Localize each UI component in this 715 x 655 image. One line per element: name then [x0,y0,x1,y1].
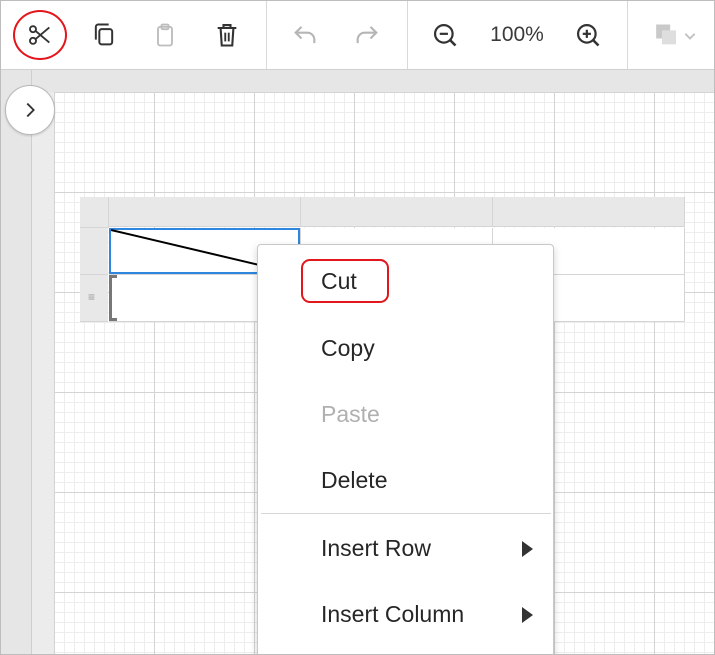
undo-button[interactable] [281,11,329,59]
context-menu: Cut Copy Paste Delete Insert Row Insert … [257,244,554,654]
menu-item-delete[interactable]: Delete [258,454,553,506]
toolbar: 100% [1,1,714,70]
menu-separator [261,513,551,514]
row-group-bracket [109,275,117,321]
paste-button[interactable] [141,11,189,59]
toolbar-separator [627,1,628,69]
zoom-level-label[interactable]: 100% [477,23,557,47]
menu-item-insert-column[interactable]: Insert Column [258,588,553,640]
left-panel-strip [1,70,32,654]
column-header[interactable] [109,197,301,227]
copy-icon [94,23,114,46]
vertical-ruler [32,92,54,654]
trash-icon [217,24,237,47]
undo-icon [294,26,316,44]
toolbar-separator [407,1,408,69]
cut-button-highlight [13,10,67,60]
expand-panel-button[interactable] [5,85,55,135]
clipboard-icon [157,23,173,47]
copy-button[interactable] [80,11,128,59]
table-corner-handle[interactable] [80,197,109,228]
zoom-in-icon [576,23,600,47]
delete-button[interactable] [203,11,251,59]
menu-item-label: Copy [321,334,375,361]
column-header[interactable] [493,197,685,227]
toolbar-separator [266,1,267,69]
designer-window: 100% ≡ Cut Copy Paste Delete Insert Row … [0,0,715,655]
row-header[interactable] [80,228,108,275]
menu-item-insert-row[interactable]: Insert Row [258,522,553,574]
zoom-out-icon [433,23,457,47]
menu-item-copy[interactable]: Copy [258,322,553,374]
zoom-out-button[interactable] [421,11,469,59]
fill-color-icon [656,24,696,45]
redo-icon [356,26,378,44]
zoom-in-button[interactable] [564,11,612,59]
menu-item-label: Paste [321,400,380,427]
row-grip-icon: ≡ [88,290,96,304]
menu-item-label: Insert Column [321,600,465,627]
menu-item-paste[interactable]: Paste [258,388,553,440]
menu-item-label: Delete [321,466,388,493]
fill-color-dropdown[interactable] [641,11,711,59]
chevron-right-icon [26,102,35,118]
submenu-arrow-icon [522,607,533,623]
column-header[interactable] [301,197,493,227]
redo-button[interactable] [343,11,391,59]
submenu-arrow-icon [522,541,533,557]
horizontal-ruler [1,70,714,92]
menu-item-label: Insert Row [321,534,431,561]
cut-menu-highlight [301,259,389,303]
